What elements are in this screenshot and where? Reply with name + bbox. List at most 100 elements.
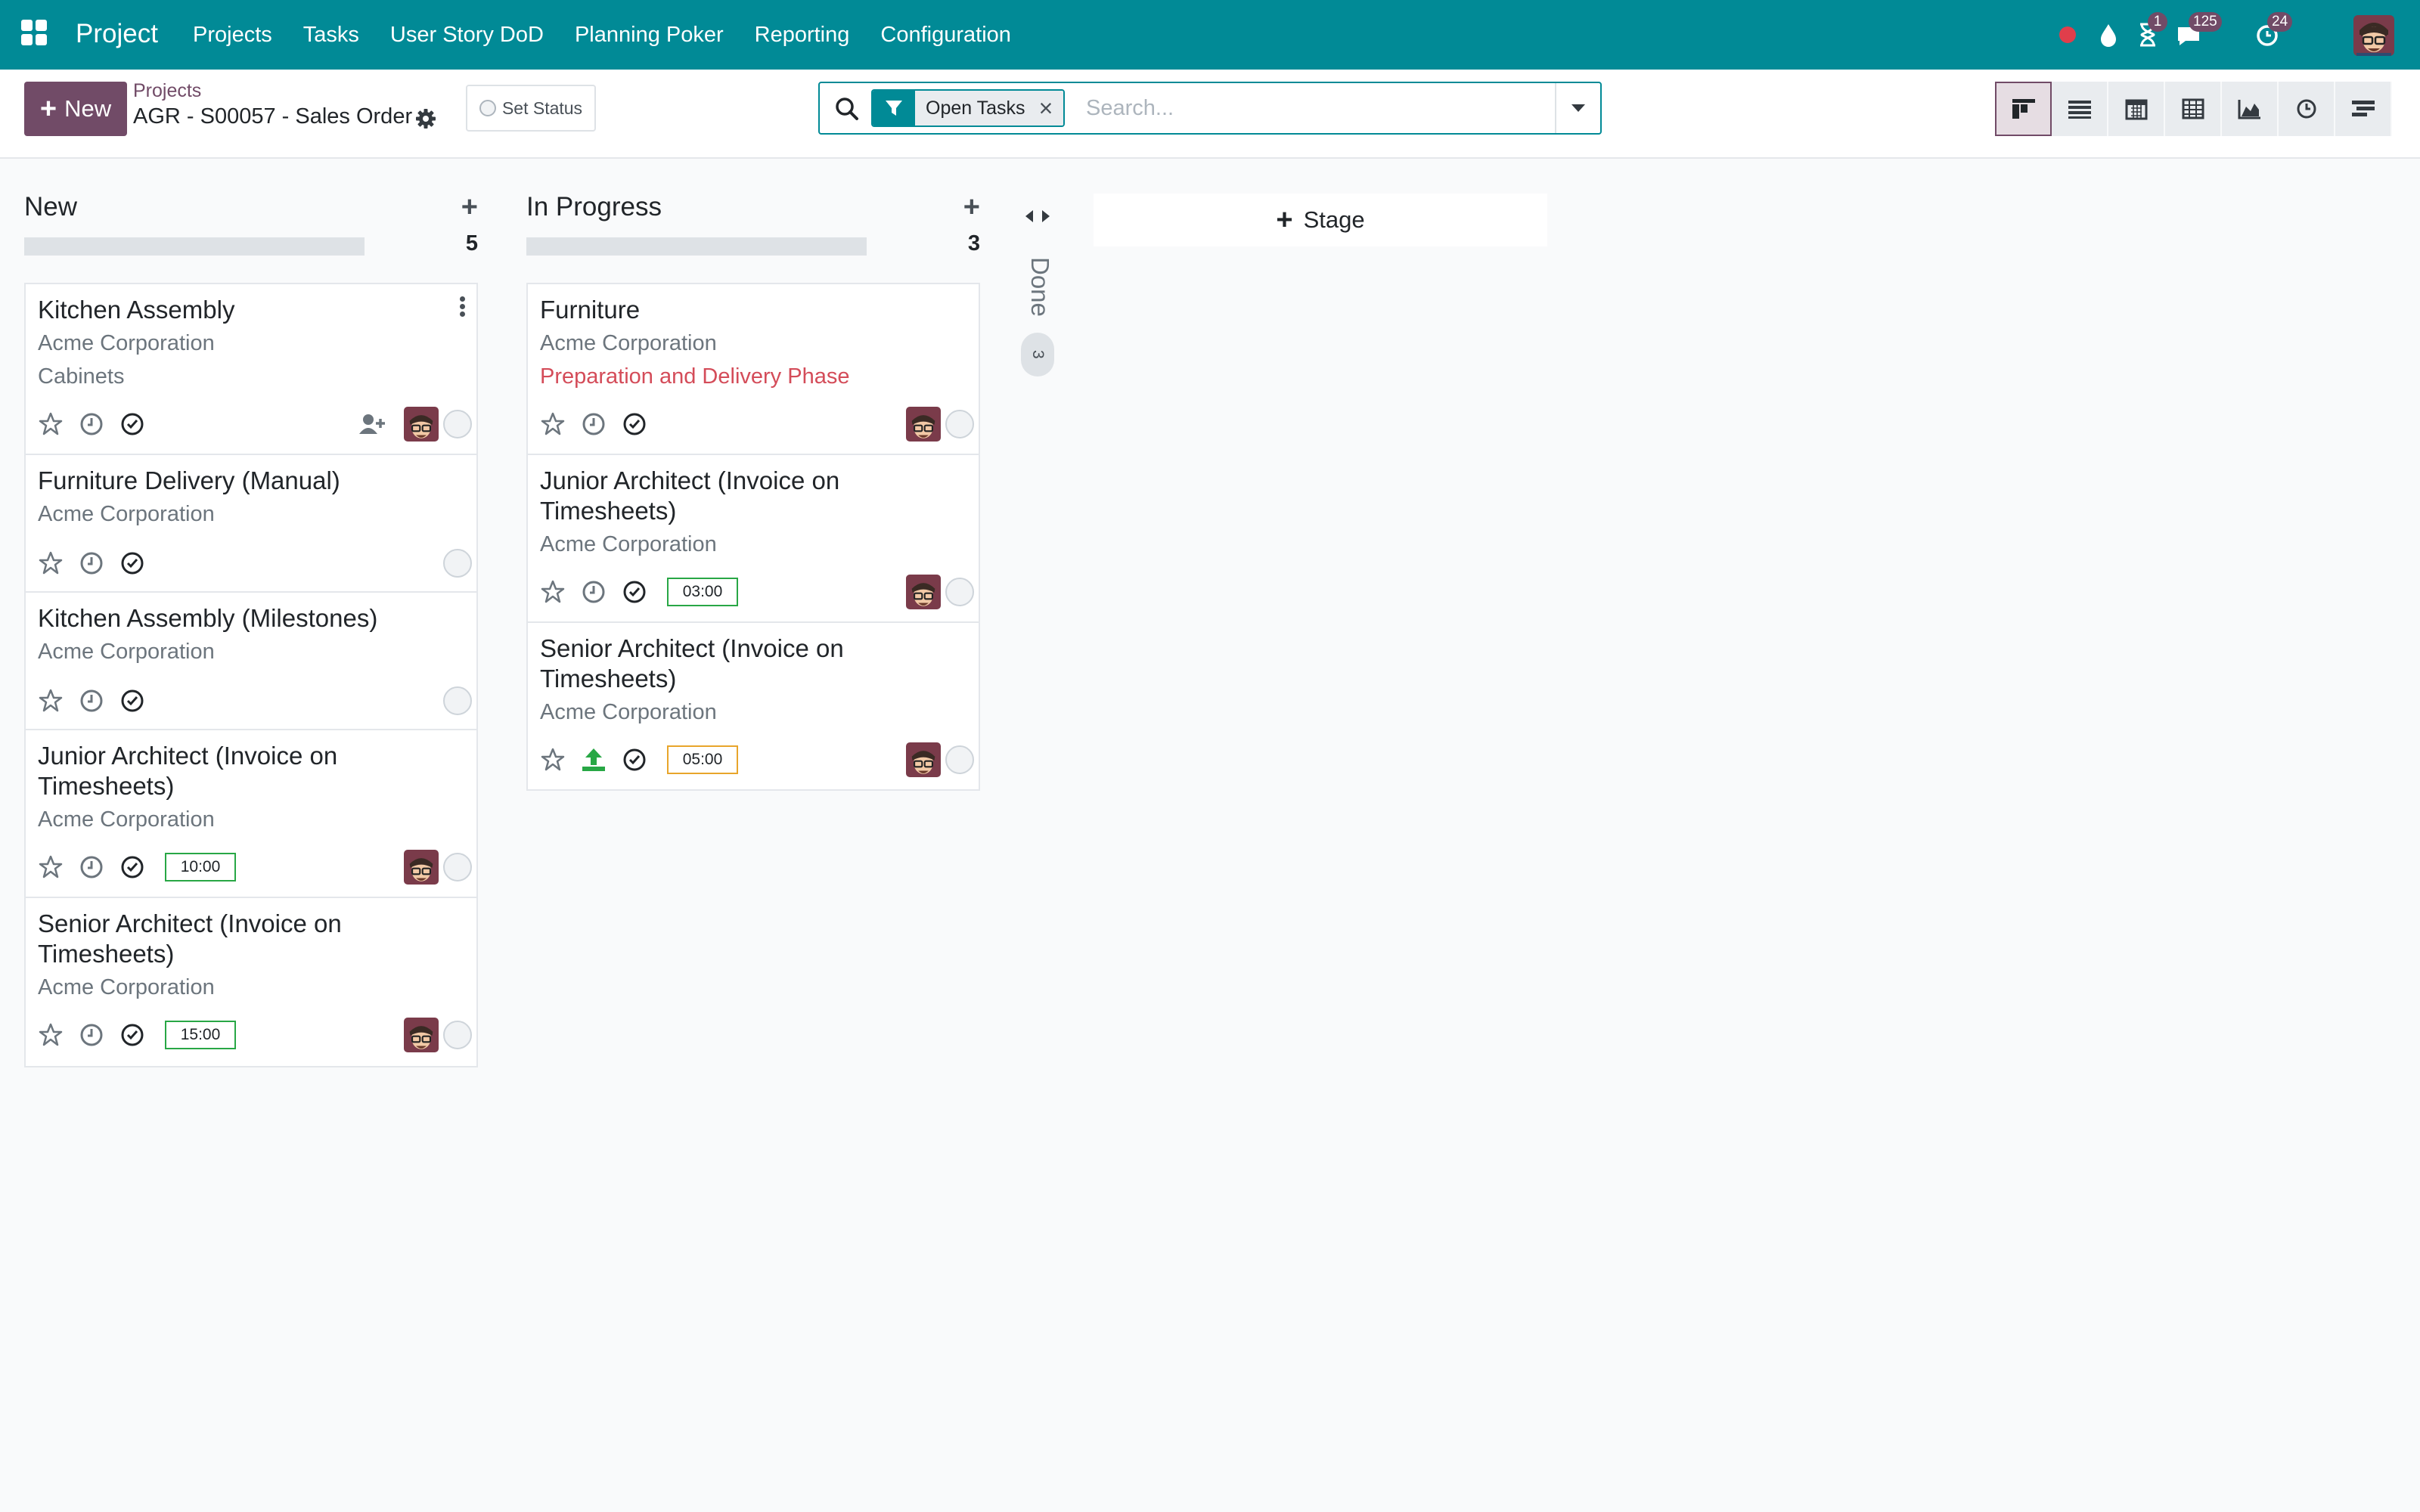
search-input[interactable] — [1086, 91, 1540, 125]
new-button[interactable]: + New — [24, 82, 127, 136]
quick-create-icon[interactable]: + — [963, 193, 980, 222]
star-icon[interactable] — [38, 688, 64, 714]
calendar-view-button[interactable] — [2108, 82, 2165, 136]
column-title[interactable]: In Progress — [526, 192, 662, 222]
hourglass-icon[interactable]: 1 — [2133, 12, 2167, 50]
menu-item-projects[interactable]: Projects — [193, 23, 272, 48]
state-circle[interactable] — [443, 1021, 472, 1049]
quick-create-icon[interactable]: + — [461, 193, 478, 222]
assignee-avatar[interactable] — [404, 850, 439, 885]
check-circle-icon[interactable] — [119, 411, 145, 437]
assignee-avatar[interactable] — [404, 407, 439, 442]
menu-item-tasks[interactable]: Tasks — [303, 23, 359, 48]
card-partner: Acme Corporation — [38, 502, 215, 526]
state-circle[interactable] — [945, 410, 974, 438]
search-options-toggle[interactable] — [1555, 83, 1600, 133]
user-avatar[interactable] — [2353, 15, 2394, 56]
kanban-card[interactable]: Senior Architect (Invoice on Timesheets)… — [526, 621, 980, 791]
folded-column-count: 3 — [1021, 333, 1054, 376]
check-circle-icon[interactable] — [119, 550, 145, 576]
kanban-column-new: New + 5 Kitchen Assembly Acme Corporatio… — [24, 189, 478, 1067]
check-circle-icon[interactable] — [622, 579, 647, 605]
app-grid-icon[interactable] — [21, 20, 48, 47]
assignee-avatar[interactable] — [906, 575, 941, 609]
menu-item-configuration[interactable]: Configuration — [880, 23, 1011, 48]
check-circle-icon[interactable] — [119, 1022, 145, 1048]
progress-bar[interactable] — [526, 237, 867, 256]
clock-icon[interactable] — [79, 411, 104, 437]
chat-icon[interactable]: 125 — [2173, 12, 2222, 50]
card-title: Junior Architect (Invoice on Timesheets) — [540, 466, 840, 525]
menu-item-reporting[interactable]: Reporting — [755, 23, 850, 48]
star-icon[interactable] — [540, 411, 566, 437]
clock-icon[interactable] — [581, 579, 607, 605]
kanban-card[interactable]: Kitchen Assembly (Milestones) Acme Corpo… — [24, 591, 478, 730]
kanban-card[interactable]: Furniture Delivery (Manual) Acme Corpora… — [24, 454, 478, 593]
gear-icon[interactable] — [414, 107, 437, 130]
star-icon[interactable] — [540, 747, 566, 773]
main-menu: Projects Tasks User Story DoD Planning P… — [193, 0, 1042, 70]
activities-badge: 1 — [2148, 12, 2167, 32]
column-progress: 5 — [24, 227, 478, 263]
breadcrumb-projects[interactable]: Projects — [133, 80, 201, 102]
graph-view-button[interactable] — [2222, 82, 2279, 136]
list-view-button[interactable] — [2052, 82, 2108, 136]
progress-bar[interactable] — [24, 237, 365, 256]
state-circle[interactable] — [443, 549, 472, 578]
clock-icon[interactable] — [79, 550, 104, 576]
set-status-button[interactable]: Set Status — [466, 85, 596, 132]
check-circle-icon[interactable] — [119, 688, 145, 714]
check-circle-icon[interactable] — [119, 854, 145, 880]
allocated-hours: 03:00 — [667, 578, 738, 606]
state-circle[interactable] — [443, 410, 472, 438]
drop-icon[interactable] — [2093, 20, 2124, 50]
gantt-view-button[interactable] — [2335, 82, 2392, 136]
clock-icon[interactable] — [79, 688, 104, 714]
clock-icon[interactable] — [79, 1022, 104, 1048]
app-name[interactable]: Project — [76, 17, 158, 51]
star-icon[interactable] — [540, 579, 566, 605]
state-circle[interactable] — [945, 578, 974, 606]
record-dot-icon[interactable] — [2052, 20, 2083, 50]
card-title: Furniture — [540, 296, 641, 324]
clock-icon[interactable] — [79, 854, 104, 880]
menu-item-planning-poker[interactable]: Planning Poker — [575, 23, 724, 48]
clock-icon[interactable] — [581, 411, 607, 437]
card-title: Junior Architect (Invoice on Timesheets) — [38, 742, 338, 800]
facet-remove-icon[interactable]: × — [1035, 91, 1064, 125]
top-navbar: Project Projects Tasks User Story DoD Pl… — [0, 0, 2420, 70]
assignee-avatar[interactable] — [906, 407, 941, 442]
check-circle-icon[interactable] — [622, 747, 647, 773]
state-circle[interactable] — [443, 853, 472, 881]
kanban-view-button[interactable] — [1995, 82, 2052, 136]
kanban-card[interactable]: Kitchen Assembly Acme Corporation Cabine… — [24, 283, 478, 455]
activity-view-button[interactable] — [2279, 82, 2335, 136]
kanban-card[interactable]: Furniture Acme Corporation Preparation a… — [526, 283, 980, 455]
upload-activity-icon[interactable] — [581, 747, 607, 773]
assignee-avatar[interactable] — [404, 1018, 439, 1052]
star-icon[interactable] — [38, 550, 64, 576]
pivot-view-button[interactable] — [2165, 82, 2222, 136]
card-footer — [38, 407, 472, 442]
assignee-avatar[interactable] — [906, 742, 941, 777]
unfold-arrows-icon[interactable] — [1024, 207, 1051, 225]
user-plus-icon[interactable] — [358, 413, 385, 438]
search-icon[interactable] — [833, 95, 861, 122]
star-icon[interactable] — [38, 854, 64, 880]
check-circle-icon[interactable] — [622, 411, 647, 437]
state-circle[interactable] — [443, 686, 472, 715]
star-icon[interactable] — [38, 411, 64, 437]
card-title: Kitchen Assembly — [38, 296, 235, 324]
column-title[interactable]: New — [24, 192, 77, 222]
menu-item-user-story-dod[interactable]: User Story DoD — [390, 23, 544, 48]
star-icon[interactable] — [38, 1022, 64, 1048]
kanban-card[interactable]: Senior Architect (Invoice on Timesheets)… — [24, 897, 478, 1067]
kanban-card[interactable]: Junior Architect (Invoice on Timesheets)… — [526, 454, 980, 623]
refresh-clock-icon[interactable]: 24 — [2252, 12, 2293, 50]
card-tag: Cabinets — [38, 364, 125, 389]
state-circle[interactable] — [945, 745, 974, 774]
kanban-card[interactable]: Junior Architect (Invoice on Timesheets)… — [24, 729, 478, 898]
card-menu-icon[interactable] — [460, 296, 467, 318]
card-partner: Acme Corporation — [540, 532, 717, 556]
add-stage-button[interactable]: + Stage — [1094, 194, 1547, 246]
